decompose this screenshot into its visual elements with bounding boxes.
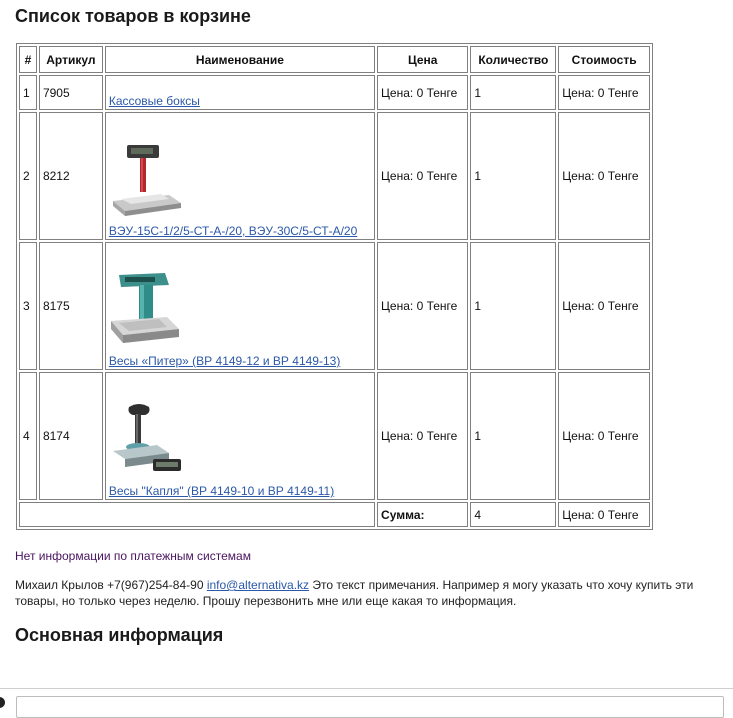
col-header-price: Цена	[377, 46, 469, 73]
scale-drop-icon[interactable]	[108, 401, 183, 477]
row-price: Цена: 0 Тенге	[377, 75, 469, 110]
row-sku: 8174	[38, 372, 103, 500]
table-row: 4 8174 Весы "Капля" (ВР 4149-10 и ВР 414…	[19, 372, 650, 500]
row-name-cell: Весы "Капля" (ВР 4149-10 и ВР 4149-11)	[104, 372, 376, 500]
summary-cost: Цена: 0 Тенге	[558, 502, 650, 527]
main-info-title: Основная информация	[15, 625, 224, 645]
row-sku: 8212	[38, 112, 103, 240]
table-header-row: # Артикул Наименование Цена Количество С…	[19, 46, 650, 73]
row-qty: 1	[470, 75, 557, 110]
row-name-cell: ВЭУ-15С-1/2/5-СТ-А-/20, ВЭУ-30С/5-СТ-А/2…	[104, 112, 376, 240]
scale-teal-icon[interactable]	[108, 271, 183, 347]
summary-row: Сумма: 4 Цена: 0 Тенге	[19, 502, 650, 527]
summary-empty-cell	[19, 502, 376, 527]
corner-dot-icon	[0, 697, 5, 708]
row-price: Цена: 0 Тенге	[377, 242, 469, 370]
cart-title: Список товаров в корзине	[15, 6, 251, 26]
email-link[interactable]: info@alternativa.kz	[207, 578, 309, 592]
row-price: Цена: 0 Тенге	[377, 372, 469, 500]
row-num: 2	[19, 112, 37, 240]
row-cost: Цена: 0 Тенге	[558, 372, 650, 500]
row-price: Цена: 0 Тенге	[377, 112, 469, 240]
row-name-cell: Весы «Питер» (ВР 4149-12 и ВР 4149-13)	[104, 242, 376, 370]
col-header-num: #	[19, 46, 37, 73]
info-panel	[16, 696, 724, 718]
row-num: 1	[19, 75, 37, 110]
payment-note: Нет информации по платежным системам	[15, 549, 251, 563]
scale-red-pole-icon[interactable]	[108, 141, 183, 217]
row-cost: Цена: 0 Тенге	[558, 242, 650, 370]
row-qty: 1	[470, 242, 557, 370]
col-header-sku: Артикул	[38, 46, 103, 73]
row-cost: Цена: 0 Тенге	[558, 112, 650, 240]
order-comment: Михаил Крылов +7(967)254-84-90 info@alte…	[15, 577, 715, 609]
table-row: 1 7905 Кассовые боксы Цена: 0 Тенге 1 Це…	[19, 75, 650, 110]
contact-text: Михаил Крылов +7(967)254-84-90	[15, 578, 207, 592]
row-qty: 1	[470, 112, 557, 240]
summary-qty: 4	[470, 502, 557, 527]
table-row: 3 8175 Весы «Питер» (ВР 4149-12 и ВР 414…	[19, 242, 650, 370]
row-qty: 1	[470, 372, 557, 500]
row-sku: 7905	[38, 75, 103, 110]
table-row: 2 8212 ВЭУ-15С-1/2/5-СТ-А-/20, ВЭУ-30С/5…	[19, 112, 650, 240]
section-divider	[0, 688, 733, 689]
col-header-cost: Стоимость	[558, 46, 650, 73]
product-link[interactable]: Весы "Капля" (ВР 4149-10 и ВР 4149-11)	[109, 484, 334, 498]
product-link[interactable]: Кассовые боксы	[109, 94, 200, 108]
row-cost: Цена: 0 Тенге	[558, 75, 650, 110]
product-link[interactable]: ВЭУ-15С-1/2/5-СТ-А-/20, ВЭУ-30С/5-СТ-А/2…	[109, 224, 357, 238]
col-header-qty: Количество	[470, 46, 557, 73]
product-link[interactable]: Весы «Питер» (ВР 4149-12 и ВР 4149-13)	[109, 354, 340, 368]
row-num: 4	[19, 372, 37, 500]
row-sku: 8175	[38, 242, 103, 370]
col-header-name: Наименование	[104, 46, 376, 73]
summary-label: Сумма:	[377, 502, 469, 527]
row-name-cell: Кассовые боксы	[104, 75, 376, 110]
row-num: 3	[19, 242, 37, 370]
cart-table: # Артикул Наименование Цена Количество С…	[16, 43, 653, 530]
